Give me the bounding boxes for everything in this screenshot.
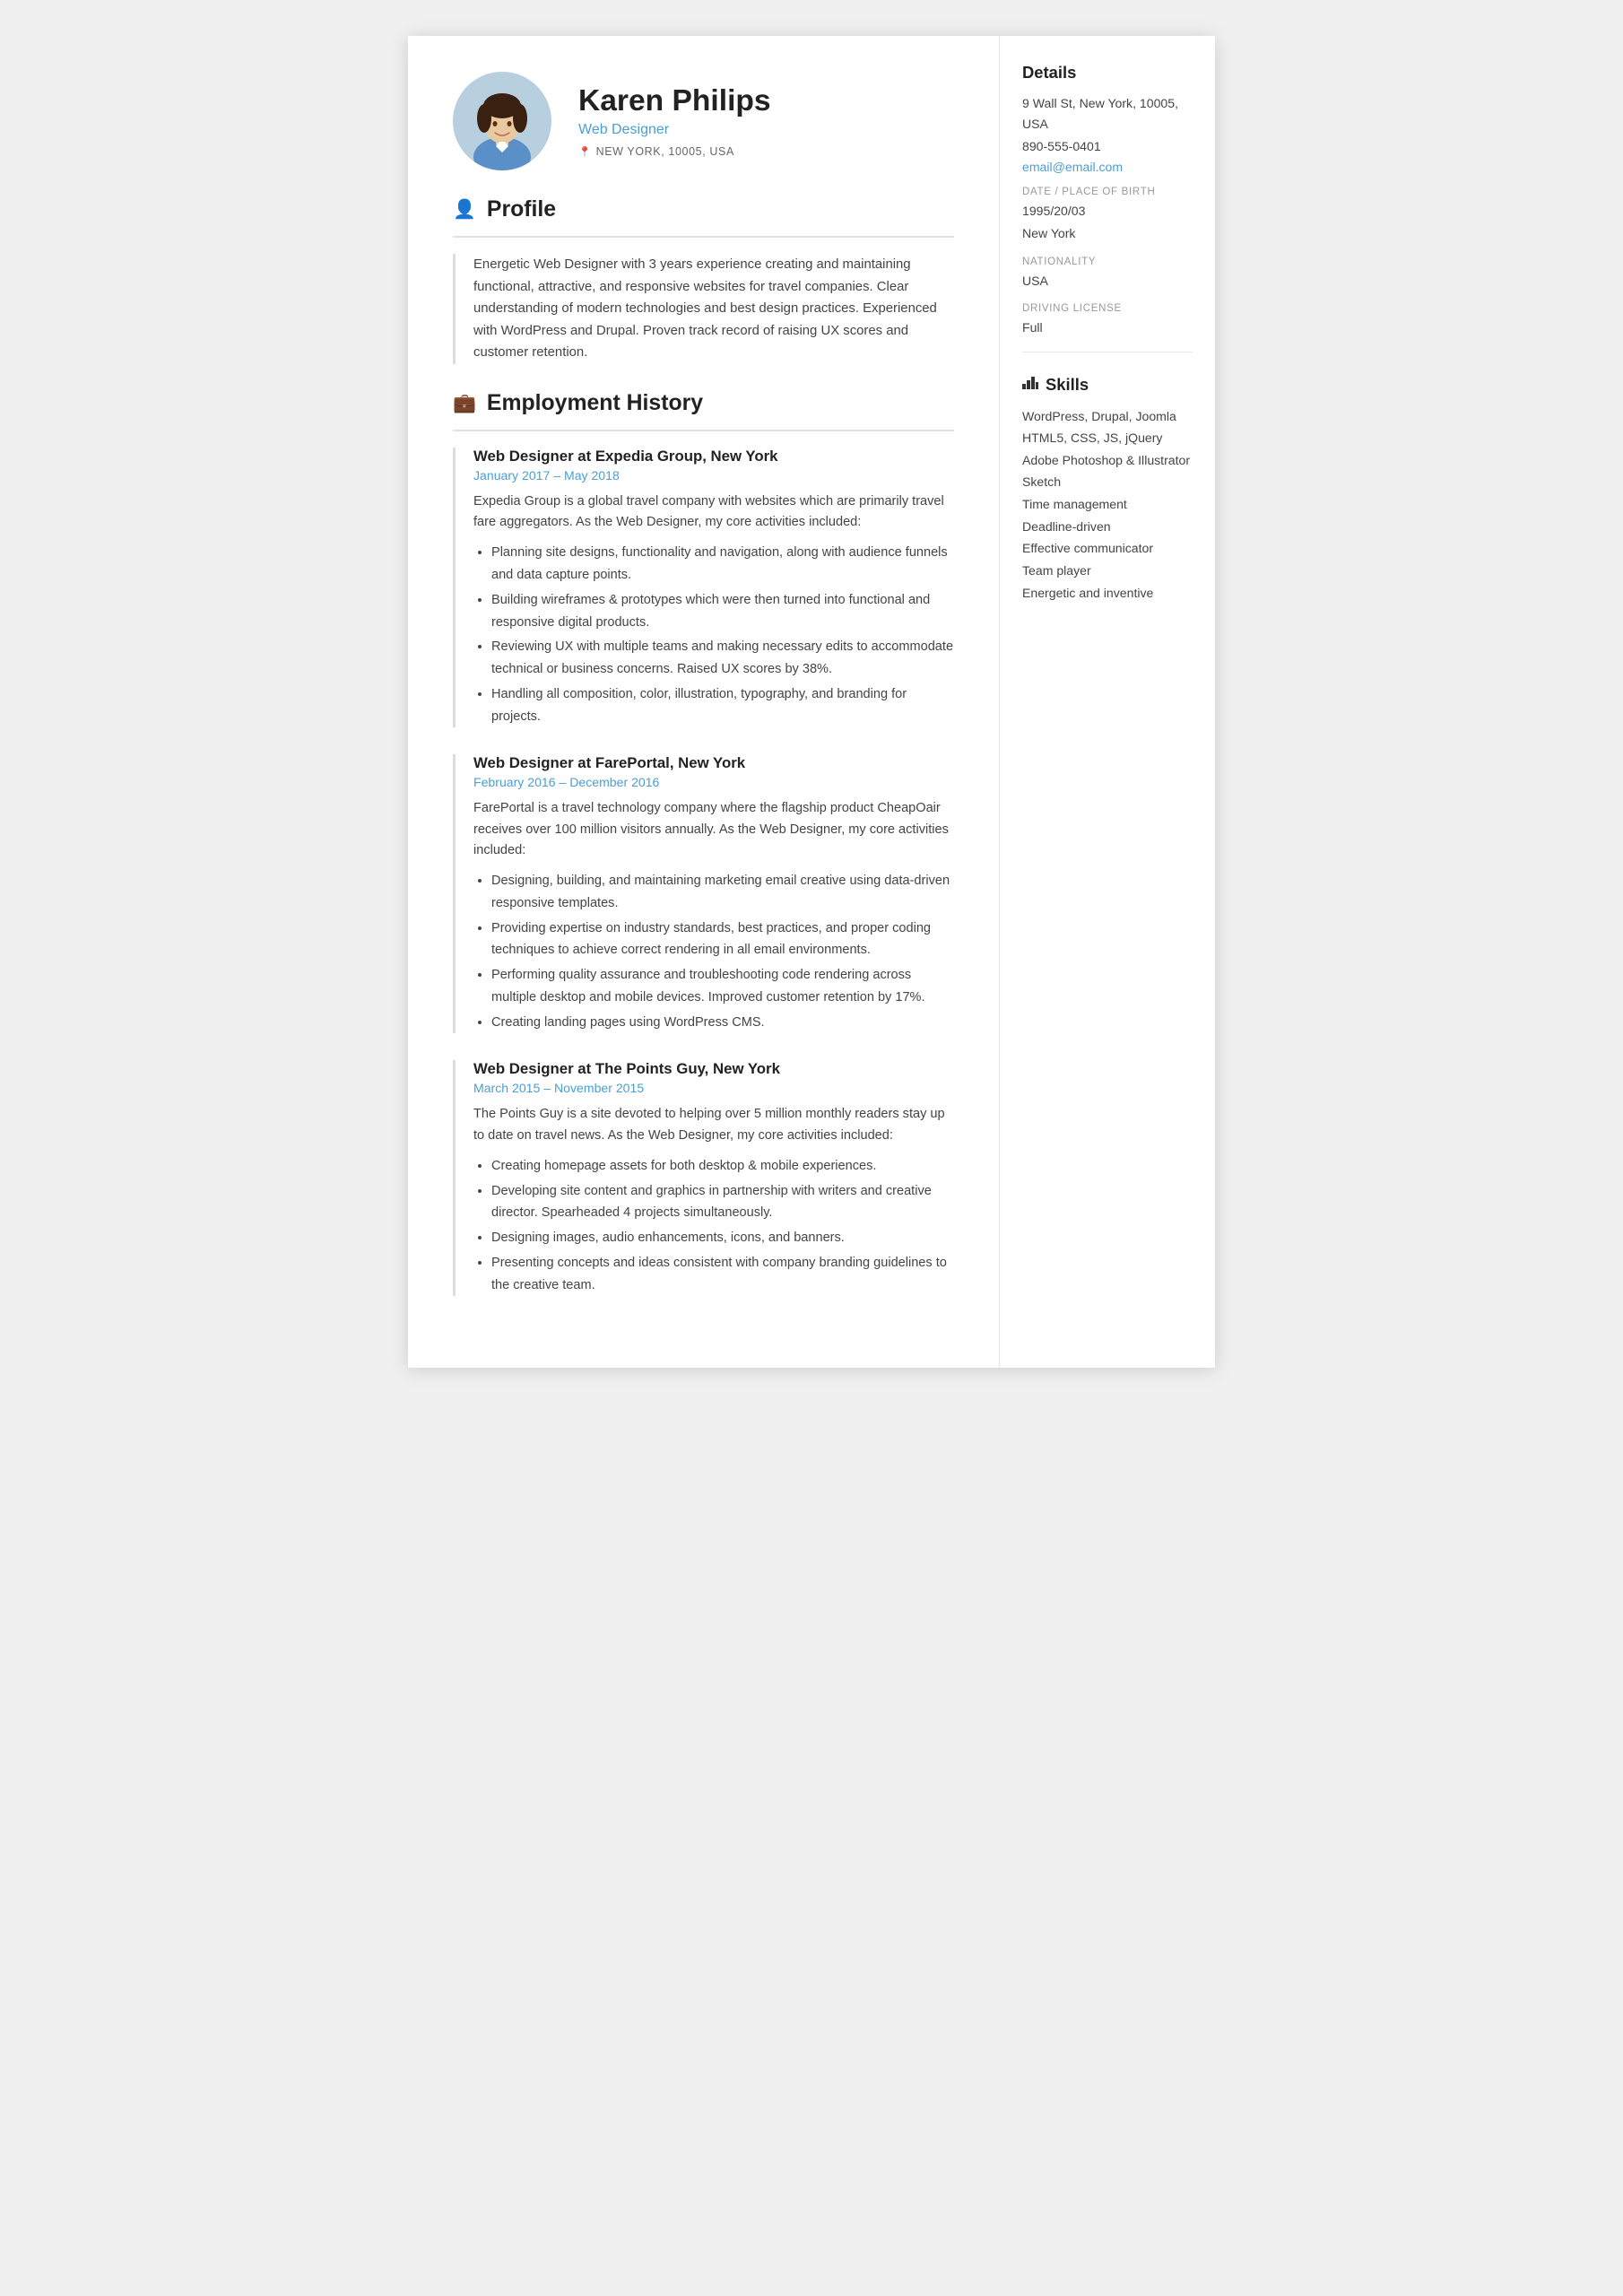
job-title-3: Web Designer at The Points Guy, New York [473, 1060, 954, 1078]
avatar [453, 72, 551, 170]
main-content: Karen Philips Web Designer 📍 NEW YORK, 1… [408, 36, 1000, 1368]
job-dates-2: February 2016 – December 2016 [473, 775, 954, 789]
dob-place: New York [1022, 223, 1193, 244]
skills-list: WordPress, Drupal, Joomla HTML5, CSS, JS… [1022, 405, 1193, 604]
skills-bar-icon [1022, 375, 1038, 394]
profile-section-header: 👤 Profile [453, 197, 954, 222]
skills-header: Skills [1022, 375, 1193, 395]
job-title-2: Web Designer at FarePortal, New York [473, 754, 954, 772]
employment-icon: 💼 [453, 393, 476, 414]
bullet-item: Performing quality assurance and trouble… [491, 964, 954, 1009]
bullet-item: Planning site designs, functionality and… [491, 542, 954, 587]
job-entry-3: Web Designer at The Points Guy, New York… [453, 1060, 954, 1296]
bullet-item: Reviewing UX with multiple teams and mak… [491, 636, 954, 681]
resume-header: Karen Philips Web Designer 📍 NEW YORK, 1… [453, 72, 954, 170]
skill-item: HTML5, CSS, JS, jQuery [1022, 427, 1193, 449]
resume-container: Karen Philips Web Designer 📍 NEW YORK, 1… [408, 36, 1215, 1368]
employment-section-header: 💼 Employment History [453, 391, 954, 416]
skills-title: Skills [1046, 375, 1089, 395]
job-desc-2: FarePortal is a travel technology compan… [473, 798, 954, 861]
header-info: Karen Philips Web Designer 📍 NEW YORK, 1… [578, 84, 771, 158]
profile-text: Energetic Web Designer with 3 years expe… [453, 254, 954, 364]
profile-icon: 👤 [453, 199, 476, 221]
bullet-item: Providing expertise on industry standard… [491, 918, 954, 962]
bullet-item: Building wireframes & prototypes which w… [491, 589, 954, 634]
address: 9 Wall St, New York, 10005, USA [1022, 93, 1193, 134]
job-entry-1: Web Designer at Expedia Group, New York … [453, 448, 954, 728]
dob: 1995/20/03 [1022, 201, 1193, 222]
dob-label: DATE / PLACE OF BIRTH [1022, 187, 1193, 197]
candidate-job-title: Web Designer [578, 122, 771, 138]
job-desc-3: The Points Guy is a site devoted to help… [473, 1104, 954, 1146]
driving-label: DRIVING LICENSE [1022, 303, 1193, 314]
nationality-label: NATIONALITY [1022, 257, 1193, 267]
skill-item: Effective communicator [1022, 537, 1193, 560]
skill-item: Energetic and inventive [1022, 582, 1193, 604]
profile-divider [453, 236, 954, 238]
bullet-item: Creating landing pages using WordPress C… [491, 1012, 954, 1034]
skill-item: Time management [1022, 493, 1193, 516]
job-dates-1: January 2017 – May 2018 [473, 468, 954, 483]
skill-item: Team player [1022, 560, 1193, 582]
candidate-location: 📍 NEW YORK, 10005, USA [578, 145, 771, 158]
bullet-item: Designing, building, and maintaining mar… [491, 870, 954, 915]
nationality: USA [1022, 271, 1193, 291]
job-dates-3: March 2015 – November 2015 [473, 1081, 954, 1095]
bullet-item: Creating homepage assets for both deskto… [491, 1155, 954, 1178]
location-icon: 📍 [578, 146, 592, 158]
job-bullets-2: Designing, building, and maintaining mar… [473, 870, 954, 1033]
bullet-item: Handling all composition, color, illustr… [491, 683, 954, 728]
employment-title: Employment History [487, 391, 703, 416]
skill-item: WordPress, Drupal, Joomla [1022, 405, 1193, 428]
bullet-item: Presenting concepts and ideas consistent… [491, 1252, 954, 1297]
bullet-item: Developing site content and graphics in … [491, 1180, 954, 1225]
details-title: Details [1022, 63, 1193, 83]
job-desc-1: Expedia Group is a global travel company… [473, 491, 954, 534]
employment-divider [453, 430, 954, 431]
skill-item: Deadline-driven [1022, 516, 1193, 538]
skill-item: Sketch [1022, 471, 1193, 493]
email: email@email.com [1022, 160, 1193, 174]
phone: 890-555-0401 [1022, 136, 1193, 157]
job-title-1: Web Designer at Expedia Group, New York [473, 448, 954, 465]
sidebar: Details 9 Wall St, New York, 10005, USA … [1000, 36, 1215, 1368]
bullet-item: Designing images, audio enhancements, ic… [491, 1227, 954, 1249]
driving: Full [1022, 317, 1193, 338]
profile-title: Profile [487, 197, 556, 222]
skill-item: Adobe Photoshop & Illustrator [1022, 449, 1193, 472]
job-bullets-1: Planning site designs, functionality and… [473, 542, 954, 727]
job-bullets-3: Creating homepage assets for both deskto… [473, 1155, 954, 1297]
candidate-name: Karen Philips [578, 84, 771, 118]
job-entry-2: Web Designer at FarePortal, New York Feb… [453, 754, 954, 1033]
